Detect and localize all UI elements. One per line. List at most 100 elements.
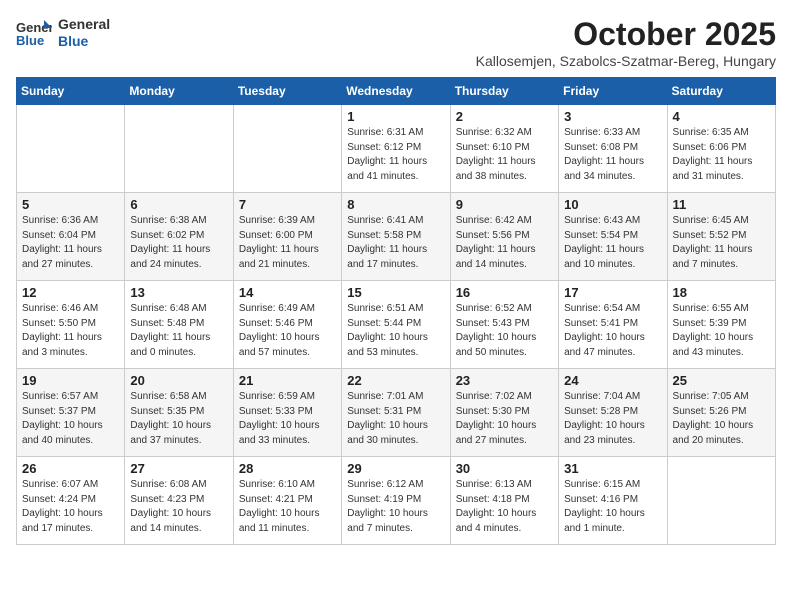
calendar-cell: 6Sunrise: 6:38 AM Sunset: 6:02 PM Daylig…	[125, 193, 233, 281]
day-info: Sunrise: 6:43 AM Sunset: 5:54 PM Dayligh…	[564, 214, 661, 272]
header-day-sunday: Sunday	[17, 78, 125, 105]
calendar-cell: 2Sunrise: 6:32 AM Sunset: 6:10 PM Daylig…	[450, 105, 558, 193]
day-number: 3	[564, 109, 661, 124]
day-number: 30	[456, 461, 553, 476]
calendar-cell: 23 Sunrise: 7:02 AM Sunset: 5:30 PM Dayli…	[450, 369, 558, 457]
day-number: 13	[130, 285, 227, 300]
calendar-cell: 20Sunrise: 6:58 AM Sunset: 5:35 PM Dayli…	[125, 369, 233, 457]
day-info: Sunrise: 7:02 AM Sunset: 5:30 PM Dayligh…	[456, 390, 553, 448]
header-day-monday: Monday	[125, 78, 233, 105]
calendar-week-row: 26 Sunrise: 6:07 AM Sunset: 4:24 PM Dayli…	[17, 457, 776, 545]
day-info: Sunrise: 6:51 AM Sunset: 5:44 PM Dayligh…	[347, 302, 444, 360]
calendar-cell: 8 Sunrise: 6:41 AM Sunset: 5:58 PM Daylig…	[342, 193, 450, 281]
svg-text:Blue: Blue	[16, 33, 44, 48]
day-number: 2	[456, 109, 553, 124]
calendar-cell: 15Sunrise: 6:51 AM Sunset: 5:44 PM Dayli…	[342, 281, 450, 369]
calendar-cell: 10Sunrise: 6:43 AM Sunset: 5:54 PM Dayli…	[559, 193, 667, 281]
day-info: Sunrise: 6:59 AM Sunset: 5:33 PM Dayligh…	[239, 390, 336, 448]
day-info: Sunrise: 6:57 AM Sunset: 5:37 PM Dayligh…	[22, 390, 119, 448]
calendar-cell: 12 Sunrise: 6:46 AM Sunset: 5:50 PM Dayli…	[17, 281, 125, 369]
day-info: Sunrise: 6:08 AM Sunset: 4:23 PM Dayligh…	[130, 478, 227, 536]
calendar-cell: 30Sunrise: 6:13 AM Sunset: 4:18 PM Dayli…	[450, 457, 558, 545]
calendar-cell: 7Sunrise: 6:39 AM Sunset: 6:00 PM Daylig…	[233, 193, 341, 281]
header-day-thursday: Thursday	[450, 78, 558, 105]
day-number: 22	[347, 373, 444, 388]
day-number: 5	[22, 197, 119, 212]
day-number: 31	[564, 461, 661, 476]
day-info: Sunrise: 6:58 AM Sunset: 5:35 PM Dayligh…	[130, 390, 227, 448]
day-number: 26	[22, 461, 119, 476]
day-number: 8	[347, 197, 444, 212]
day-info: Sunrise: 6:15 AM Sunset: 4:16 PM Dayligh…	[564, 478, 661, 536]
day-number: 27	[130, 461, 227, 476]
day-number: 21	[239, 373, 336, 388]
day-number: 11	[673, 197, 770, 212]
day-info: Sunrise: 6:54 AM Sunset: 5:41 PM Dayligh…	[564, 302, 661, 360]
day-info: Sunrise: 7:05 AM Sunset: 5:26 PM Dayligh…	[673, 390, 770, 448]
day-info: Sunrise: 6:07 AM Sunset: 4:24 PM Dayligh…	[22, 478, 119, 536]
day-info: Sunrise: 6:41 AM Sunset: 5:58 PM Dayligh…	[347, 214, 444, 272]
calendar-cell: 1 Sunrise: 6:31 AM Sunset: 6:12 PM Daylig…	[342, 105, 450, 193]
location-title: Kallosemjen, Szabolcs-Szatmar-Bereg, Hun…	[476, 53, 776, 69]
calendar-cell: 16 Sunrise: 6:52 AM Sunset: 5:43 PM Dayli…	[450, 281, 558, 369]
logo: General Blue General Blue	[16, 16, 110, 50]
day-number: 16	[456, 285, 553, 300]
day-number: 23	[456, 373, 553, 388]
day-number: 29	[347, 461, 444, 476]
calendar-cell	[667, 457, 775, 545]
calendar-cell: 18Sunrise: 6:55 AM Sunset: 5:39 PM Dayli…	[667, 281, 775, 369]
calendar-table: SundayMondayTuesdayWednesdayThursdayFrid…	[16, 77, 776, 545]
header-day-wednesday: Wednesday	[342, 78, 450, 105]
header-day-saturday: Saturday	[667, 78, 775, 105]
calendar-cell	[17, 105, 125, 193]
calendar-cell: 22 Sunrise: 7:01 AM Sunset: 5:31 PM Dayli…	[342, 369, 450, 457]
calendar-cell: 25 Sunrise: 7:05 AM Sunset: 5:26 PM Dayli…	[667, 369, 775, 457]
calendar-cell: 27 Sunrise: 6:08 AM Sunset: 4:23 PM Dayli…	[125, 457, 233, 545]
day-info: Sunrise: 6:31 AM Sunset: 6:12 PM Dayligh…	[347, 126, 444, 184]
calendar-cell: 19 Sunrise: 6:57 AM Sunset: 5:37 PM Dayli…	[17, 369, 125, 457]
calendar-cell: 21 Sunrise: 6:59 AM Sunset: 5:33 PM Dayli…	[233, 369, 341, 457]
calendar-cell: 13 Sunrise: 6:48 AM Sunset: 5:48 PM Dayli…	[125, 281, 233, 369]
calendar-week-row: 12 Sunrise: 6:46 AM Sunset: 5:50 PM Dayli…	[17, 281, 776, 369]
day-info: Sunrise: 7:01 AM Sunset: 5:31 PM Dayligh…	[347, 390, 444, 448]
calendar-cell: 14Sunrise: 6:49 AM Sunset: 5:46 PM Dayli…	[233, 281, 341, 369]
logo-icon: General Blue	[16, 18, 52, 48]
calendar-week-row: 1 Sunrise: 6:31 AM Sunset: 6:12 PM Daylig…	[17, 105, 776, 193]
day-number: 25	[673, 373, 770, 388]
calendar-cell: 5 Sunrise: 6:36 AM Sunset: 6:04 PM Daylig…	[17, 193, 125, 281]
calendar-week-row: 19 Sunrise: 6:57 AM Sunset: 5:37 PM Dayli…	[17, 369, 776, 457]
page-header: General Blue General Blue October 2025 K…	[16, 16, 776, 69]
calendar-cell: 28Sunrise: 6:10 AM Sunset: 4:21 PM Dayli…	[233, 457, 341, 545]
day-info: Sunrise: 6:39 AM Sunset: 6:00 PM Dayligh…	[239, 214, 336, 272]
day-info: Sunrise: 6:35 AM Sunset: 6:06 PM Dayligh…	[673, 126, 770, 184]
day-info: Sunrise: 6:38 AM Sunset: 6:02 PM Dayligh…	[130, 214, 227, 272]
day-info: Sunrise: 6:42 AM Sunset: 5:56 PM Dayligh…	[456, 214, 553, 272]
calendar-header-row: SundayMondayTuesdayWednesdayThursdayFrid…	[17, 78, 776, 105]
day-number: 1	[347, 109, 444, 124]
day-number: 19	[22, 373, 119, 388]
day-number: 9	[456, 197, 553, 212]
day-number: 17	[564, 285, 661, 300]
calendar-cell: 26 Sunrise: 6:07 AM Sunset: 4:24 PM Dayli…	[17, 457, 125, 545]
calendar-cell	[125, 105, 233, 193]
day-info: Sunrise: 6:55 AM Sunset: 5:39 PM Dayligh…	[673, 302, 770, 360]
calendar-cell: 11Sunrise: 6:45 AM Sunset: 5:52 PM Dayli…	[667, 193, 775, 281]
day-info: Sunrise: 6:36 AM Sunset: 6:04 PM Dayligh…	[22, 214, 119, 272]
month-title: October 2025	[476, 16, 776, 53]
day-number: 24	[564, 373, 661, 388]
calendar-week-row: 5 Sunrise: 6:36 AM Sunset: 6:04 PM Daylig…	[17, 193, 776, 281]
day-info: Sunrise: 6:33 AM Sunset: 6:08 PM Dayligh…	[564, 126, 661, 184]
day-info: Sunrise: 6:48 AM Sunset: 5:48 PM Dayligh…	[130, 302, 227, 360]
calendar-cell: 31 Sunrise: 6:15 AM Sunset: 4:16 PM Dayli…	[559, 457, 667, 545]
calendar-cell	[233, 105, 341, 193]
calendar-cell: 29Sunrise: 6:12 AM Sunset: 4:19 PM Dayli…	[342, 457, 450, 545]
title-section: October 2025 Kallosemjen, Szabolcs-Szatm…	[476, 16, 776, 69]
calendar-cell: 9 Sunrise: 6:42 AM Sunset: 5:56 PM Daylig…	[450, 193, 558, 281]
day-number: 12	[22, 285, 119, 300]
logo-blue: Blue	[58, 33, 110, 50]
calendar-cell: 24 Sunrise: 7:04 AM Sunset: 5:28 PM Dayli…	[559, 369, 667, 457]
logo-general: General	[58, 16, 110, 33]
day-info: Sunrise: 6:46 AM Sunset: 5:50 PM Dayligh…	[22, 302, 119, 360]
day-info: Sunrise: 7:04 AM Sunset: 5:28 PM Dayligh…	[564, 390, 661, 448]
day-info: Sunrise: 6:52 AM Sunset: 5:43 PM Dayligh…	[456, 302, 553, 360]
